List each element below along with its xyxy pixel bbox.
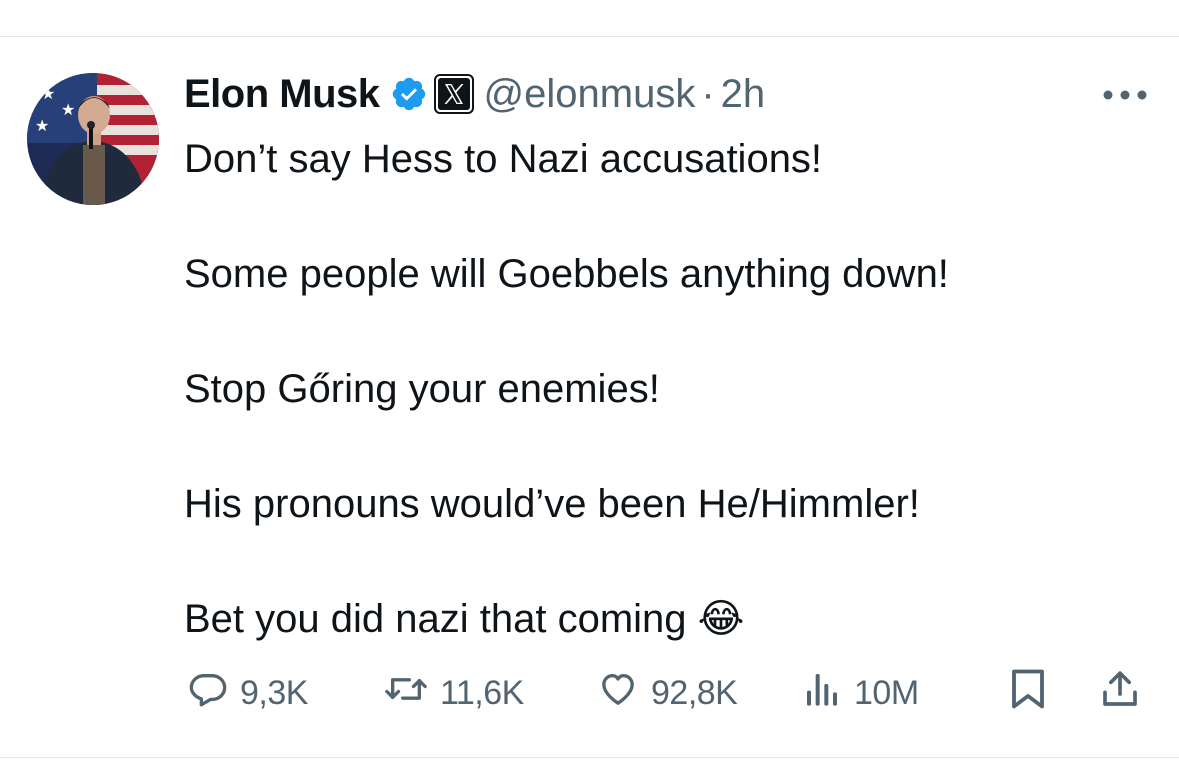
bottom-divider: [0, 757, 1179, 758]
tweet-text: Don’t say Hess to Nazi accusations! Some…: [184, 131, 1144, 649]
like-count: 92,8K: [651, 673, 738, 712]
reply-button[interactable]: 9,3K: [188, 668, 308, 718]
bookmark-button[interactable]: [1010, 668, 1046, 718]
reply-icon: [188, 669, 228, 718]
x-logo-icon[interactable]: [433, 74, 474, 114]
like-button[interactable]: 92,8K: [597, 668, 738, 718]
verified-badge-icon[interactable]: [390, 75, 428, 113]
tweet-line-blank: [184, 534, 1144, 592]
tweet-header: Elon Musk @elonmusk · 2h: [184, 66, 765, 122]
heart-icon: [597, 669, 639, 718]
svg-text:★: ★: [35, 116, 49, 135]
tweet-line: His pronouns would’ve been He/Himmler!: [184, 482, 920, 526]
svg-text:★: ★: [41, 84, 55, 103]
views-icon: [802, 669, 842, 718]
action-bar: 9,3K 11,6K 92,8K 10M: [188, 668, 1148, 718]
more-dots-icon[interactable]: [1102, 88, 1148, 100]
tweet-line: Stop Gőring your enemies!: [184, 367, 660, 411]
top-divider: [0, 36, 1179, 37]
tweet-line: Don’t say Hess to Nazi accusations!: [184, 137, 823, 181]
tweet-line-blank: [184, 304, 1144, 362]
author-handle[interactable]: @elonmusk: [484, 72, 696, 117]
timestamp[interactable]: 2h: [721, 72, 766, 117]
avatar-photo: ★ ★ ★: [27, 73, 159, 205]
separator-dot: ·: [701, 71, 715, 116]
reply-count: 9,3K: [240, 673, 308, 712]
avatar[interactable]: ★ ★ ★: [27, 73, 159, 205]
views-count: 10M: [854, 673, 919, 712]
author-name[interactable]: Elon Musk: [184, 72, 380, 117]
tweet-line-blank: [184, 189, 1144, 247]
tweet-line-blank: [184, 419, 1144, 477]
bookmark-icon: [1010, 668, 1046, 719]
repost-count: 11,6K: [440, 673, 524, 712]
repost-button[interactable]: 11,6K: [384, 668, 524, 718]
tweet-line: Bet you did nazi that coming 😂: [184, 597, 745, 641]
repost-icon: [384, 669, 428, 718]
svg-text:★: ★: [61, 100, 75, 119]
share-icon: [1100, 668, 1140, 719]
share-button[interactable]: [1100, 668, 1140, 718]
tweet-line: Some people will Goebbels anything down!: [184, 252, 949, 296]
views-button[interactable]: 10M: [802, 668, 919, 718]
